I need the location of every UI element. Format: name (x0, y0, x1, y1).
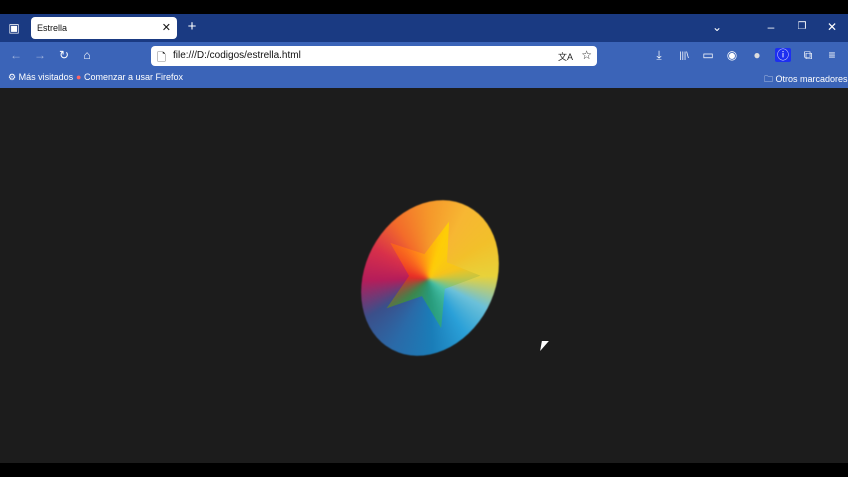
account-icon[interactable]: ◉ (724, 48, 740, 62)
home-button[interactable]: ⌂ (79, 48, 95, 62)
extension-icon[interactable]: ⓘ (775, 48, 791, 62)
page-icon: 🗋 (157, 52, 166, 64)
tab-close-icon[interactable]: ✕ (162, 21, 171, 34)
minimize-button[interactable]: – (763, 20, 779, 34)
close-window-button[interactable]: ✕ (824, 20, 840, 34)
library-icon[interactable]: |||\ (676, 48, 692, 62)
bookmark-getting-started[interactable]: ● Comenzar a usar Firefox (76, 72, 183, 82)
bookmark-label: Otros marcadores (775, 74, 848, 84)
bookmark-star-icon[interactable]: ☆ (581, 48, 592, 62)
url-text: file:///D:/codigos/estrella.html (173, 50, 301, 61)
tab-title: Estrella (37, 23, 68, 33)
downloads-icon[interactable]: ⤓ (651, 48, 667, 62)
translate-icon[interactable]: 文A (558, 50, 573, 63)
sidebar-icon[interactable]: ▭ (700, 48, 716, 62)
reload-button[interactable]: ↻ (56, 48, 72, 62)
menu-icon[interactable]: ≡ (824, 48, 840, 62)
bookmarks-bar: ⚙ Más visitados ● Comenzar a usar Firefo… (0, 68, 848, 88)
bookmark-other[interactable]: 🗀 Otros marcadores (764, 72, 848, 88)
bookmark-label: Comenzar a usar Firefox (83, 72, 183, 82)
firefox-icon: ● (76, 72, 82, 82)
back-button[interactable]: ← (8, 48, 24, 62)
tab-estrella[interactable]: Estrella ✕ (31, 17, 177, 39)
extension-blob-icon[interactable]: ● (749, 48, 765, 62)
new-tab-button[interactable]: + (184, 19, 200, 34)
nav-toolbar: ← → ↻ ⌂ 🗋 file:///D:/codigos/estrella.ht… (0, 42, 848, 68)
restore-button[interactable]: ❐ (794, 20, 810, 34)
forward-button[interactable]: → (32, 48, 48, 62)
bookmark-label: Más visitados (18, 72, 74, 82)
tab-overview-icon[interactable]: ▣ (6, 21, 22, 35)
tab-bar: ▣ Estrella ✕ + ⌄ – ❐ ✕ (0, 14, 848, 42)
bookmark-most-visited[interactable]: ⚙ Más visitados (8, 72, 73, 83)
url-bar[interactable]: 🗋 file:///D:/codigos/estrella.html 文A ☆ (151, 46, 597, 66)
extensions-icon[interactable]: ⧉ (800, 48, 816, 62)
list-tabs-icon[interactable]: ⌄ (709, 20, 725, 34)
